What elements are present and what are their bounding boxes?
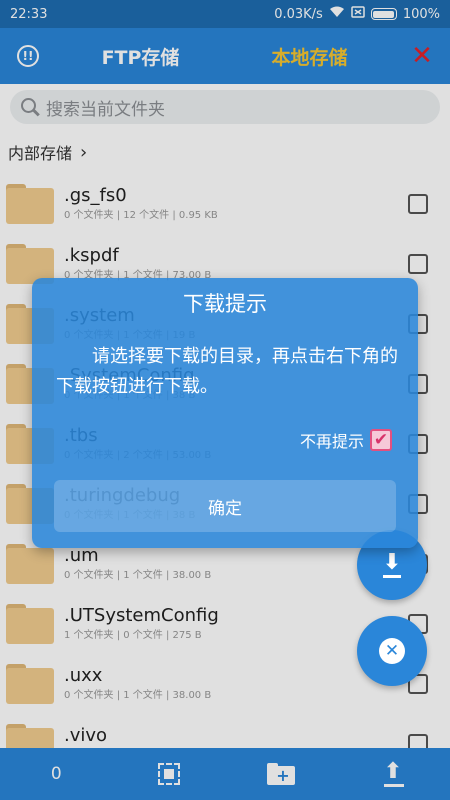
dont-show-again-checkbox[interactable]: ✔: [370, 429, 392, 451]
download-icon: ⬇: [383, 552, 401, 578]
dont-show-again-label: 不再提示: [299, 432, 364, 451]
dialog-title: 下载提示: [183, 292, 267, 316]
close-circle-icon: ✕: [379, 638, 405, 664]
dont-show-again-row[interactable]: 不再提示 ✔: [32, 428, 392, 452]
download-tip-dialog: 下载提示 请选择要下载的目录，再点击右下角的下载按钮进行下载。 不再提示 ✔ 确…: [32, 278, 418, 548]
confirm-button[interactable]: 确定: [54, 480, 396, 532]
dialog-message: 请选择要下载的目录，再点击右下角的下载按钮进行下载。: [56, 346, 398, 397]
cancel-fab[interactable]: ✕: [357, 616, 427, 686]
